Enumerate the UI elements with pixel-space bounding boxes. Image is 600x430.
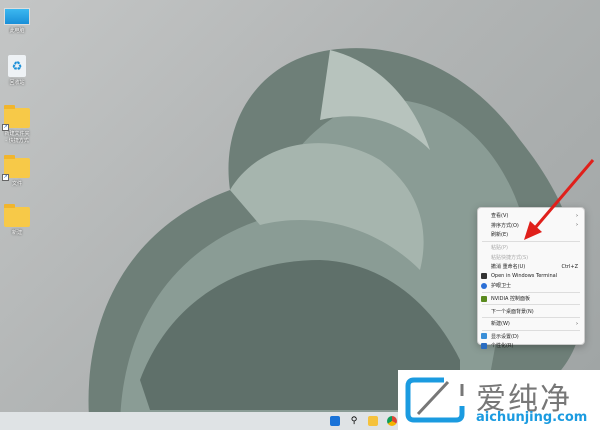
file-explorer-icon[interactable] (368, 416, 378, 426)
search-icon[interactable]: ⚲ (349, 416, 359, 426)
start-icon[interactable] (330, 416, 340, 426)
watermark-logo-icon (404, 376, 468, 424)
red-arrow-annotation (0, 0, 600, 430)
chrome-icon[interactable] (387, 416, 397, 426)
watermark: 爱纯净 aichunjing.com (398, 370, 600, 430)
